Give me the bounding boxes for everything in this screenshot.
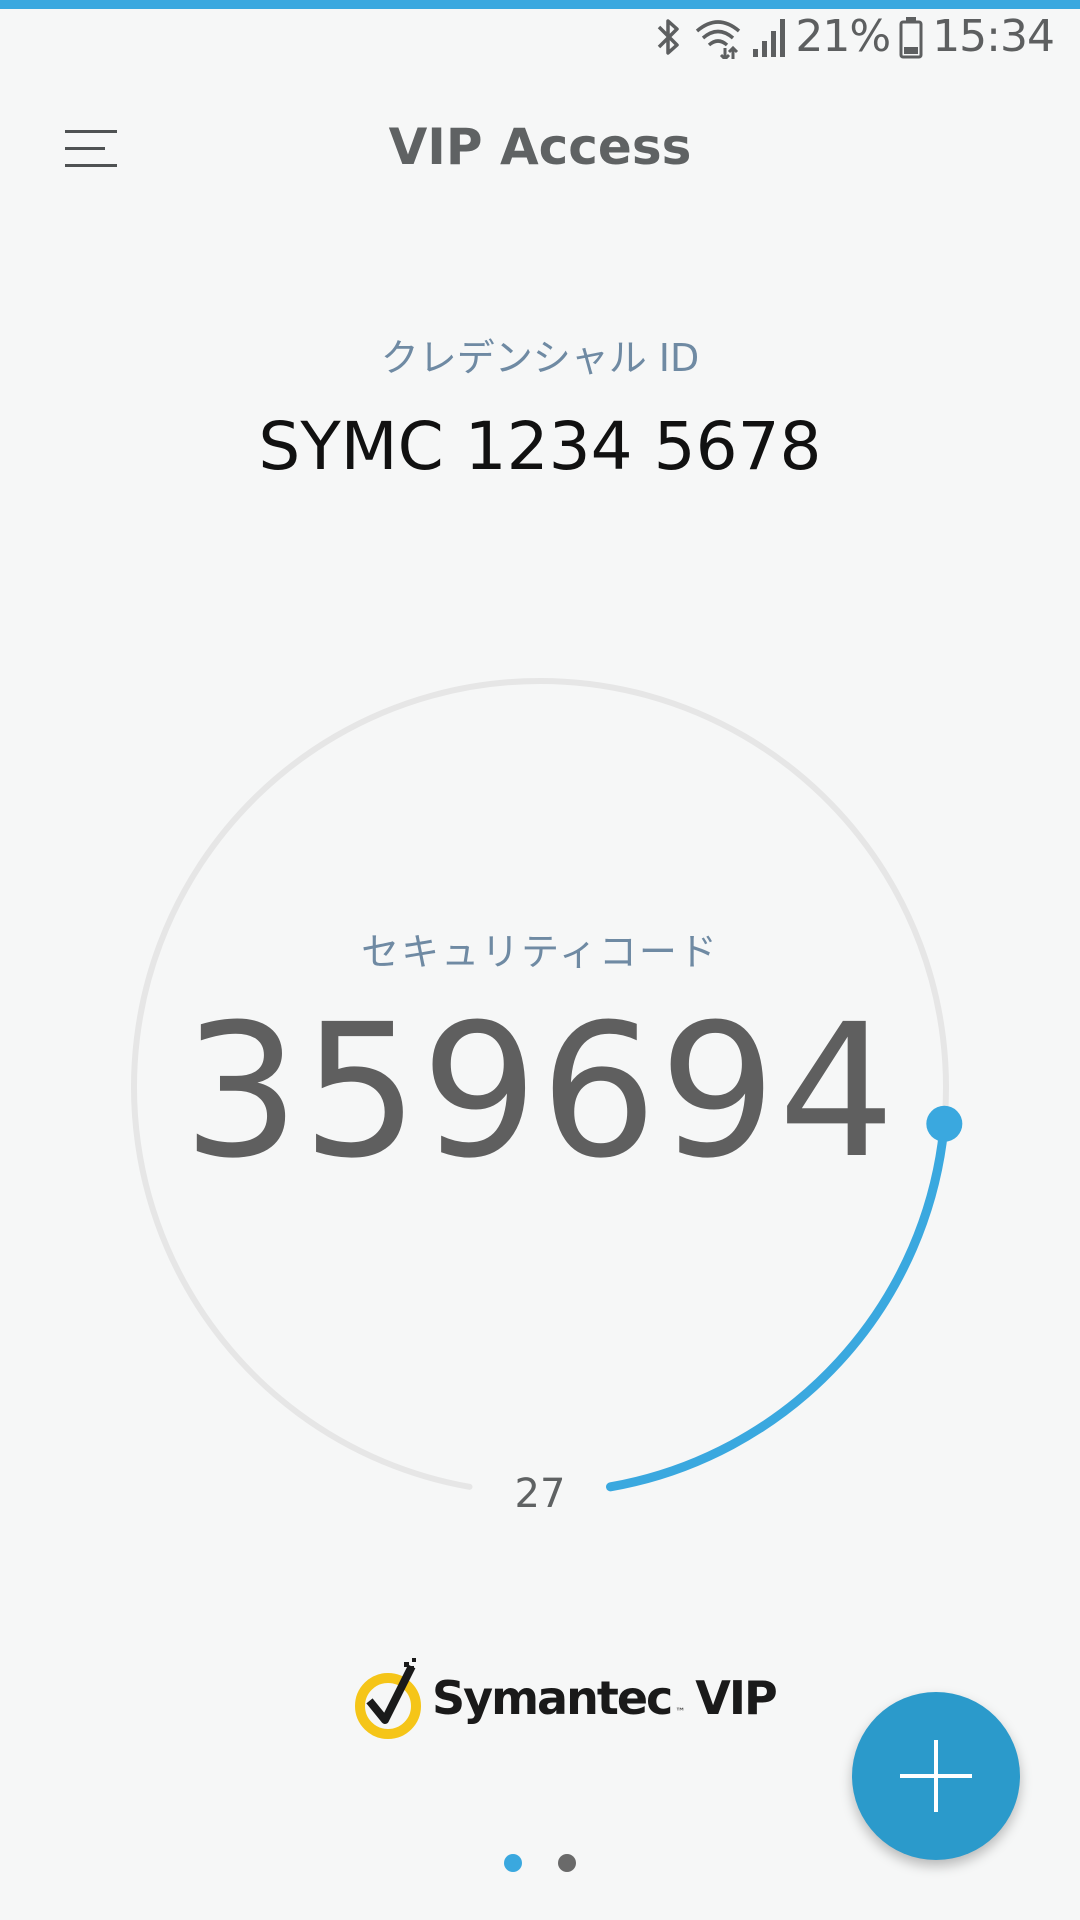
security-code-value[interactable]: 359694 (0, 992, 1080, 1192)
battery-percent: 21% (795, 11, 891, 62)
wifi-icon (693, 15, 743, 59)
security-code-label: セキュリティコード (361, 930, 719, 974)
symantec-checkmark-icon (355, 1658, 421, 1739)
signal-icon (751, 15, 787, 59)
add-credential-button[interactable] (852, 1692, 1020, 1860)
app-title: VIP Access (388, 118, 692, 176)
seconds-remaining: 27 (514, 1471, 566, 1517)
credential-id-value: SYMC 1234 5678 (258, 408, 822, 485)
page-dot-1[interactable] (504, 1854, 522, 1872)
status-bar: 21% 15:34 (651, 9, 1055, 65)
top-accent-bar (0, 0, 1080, 9)
bluetooth-icon (651, 15, 685, 59)
plus-icon (900, 1740, 972, 1812)
page-indicator[interactable] (0, 1854, 1080, 1872)
clock: 15:34 (932, 11, 1055, 62)
battery-icon (898, 15, 924, 59)
logo-trademark: ™ (675, 1707, 686, 1718)
logo-brand-text: Symantec (432, 1671, 673, 1725)
logo-product-text: VIP (695, 1671, 777, 1725)
symantec-vip-logo: Symantec ™ VIP (352, 1656, 778, 1740)
credential-id-label: クレデンシャル ID (380, 336, 700, 380)
page-dot-2[interactable] (558, 1854, 576, 1872)
